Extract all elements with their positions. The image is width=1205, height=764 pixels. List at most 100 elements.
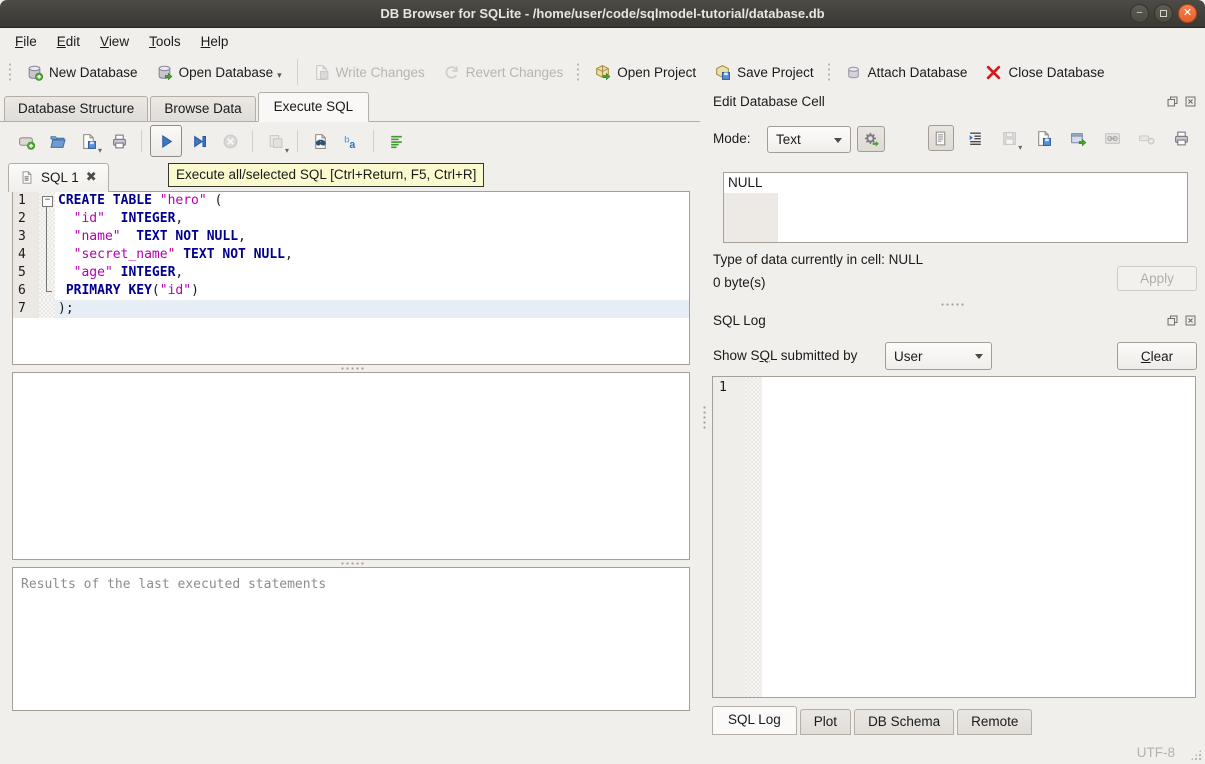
- tab-database-structure[interactable]: Database Structure: [4, 96, 149, 121]
- project-save-icon: [714, 64, 731, 81]
- statusbar: UTF-8: [0, 740, 1205, 764]
- editor-line-5[interactable]: 5 "age" INTEGER,: [13, 264, 689, 282]
- word-wrap-toggle-button[interactable]: [928, 125, 954, 151]
- close-dock-icon[interactable]: [1183, 94, 1197, 108]
- minimize-button[interactable]: −: [1130, 4, 1149, 23]
- db-open-icon: [156, 64, 173, 81]
- revert-changes-icon: [443, 64, 460, 81]
- new-database-button[interactable]: New Database: [17, 60, 147, 85]
- export-text-button[interactable]: [1031, 125, 1056, 151]
- editor-line-7[interactable]: 7);: [13, 300, 689, 318]
- float-dock-icon[interactable]: [1165, 313, 1179, 327]
- results-grid[interactable]: [12, 372, 690, 560]
- close-button[interactable]: ✕: [1178, 4, 1197, 23]
- open-project-button[interactable]: Open Project: [585, 60, 705, 85]
- dropdown-arrow-icon[interactable]: ▾: [98, 146, 102, 155]
- set-as-null-button[interactable]: [1134, 125, 1159, 151]
- write-changes-button[interactable]: Write Changes: [304, 60, 434, 85]
- execute-current-line-button[interactable]: [185, 128, 213, 154]
- export-results-button[interactable]: ▾: [261, 128, 289, 155]
- dropdown-arrow-icon[interactable]: ▾: [285, 146, 289, 155]
- attach-database-button[interactable]: Attach Database: [836, 60, 977, 85]
- stop-icon: [223, 134, 237, 148]
- print-sql-button[interactable]: [105, 128, 133, 154]
- close-dock-icon[interactable]: [1183, 313, 1197, 327]
- cell-editor-toolbar: ▾: [928, 125, 1194, 152]
- open-url-button[interactable]: [1100, 125, 1125, 151]
- open-sql-file-button[interactable]: [43, 128, 71, 154]
- splitter-handle-icon: [940, 303, 966, 306]
- clear-log-button[interactable]: Clear: [1117, 342, 1197, 370]
- sql-log-area[interactable]: 1: [712, 376, 1196, 698]
- auto-indent-button[interactable]: [963, 125, 988, 151]
- menu-view[interactable]: View: [90, 30, 139, 53]
- sql-tab-close-icon[interactable]: ✖: [86, 169, 97, 185]
- maximize-icon: [1160, 10, 1167, 17]
- menu-file[interactable]: File: [5, 30, 47, 53]
- gear-icon: [864, 132, 879, 147]
- bottom-tab-remote[interactable]: Remote: [957, 709, 1033, 735]
- apply-mode-button[interactable]: [857, 126, 885, 152]
- new-sql-tab-button[interactable]: [12, 128, 40, 154]
- bottom-tab-db-schema[interactable]: DB Schema: [854, 709, 955, 735]
- menu-edit[interactable]: Edit: [47, 30, 90, 53]
- main-toolbar: New Database Open Database ▾ Write Changes R…: [0, 54, 1205, 90]
- close-database-button[interactable]: Close Database: [976, 60, 1113, 85]
- toolbar-drag-handle[interactable]: [6, 61, 15, 83]
- sql-tab[interactable]: SQL 1 ✖: [8, 163, 109, 192]
- editor-line-6[interactable]: 6 PRIMARY KEY("id"): [13, 282, 689, 300]
- bottom-tab-sql-log[interactable]: SQL Log: [712, 706, 797, 735]
- fold-marker-icon: [39, 282, 55, 300]
- splitter-handle-icon: [340, 367, 366, 370]
- editor-line-1[interactable]: 1 CREATE TABLE "hero" (: [13, 192, 689, 210]
- resize-grip[interactable]: [1190, 749, 1202, 761]
- grid-results-splitter[interactable]: [0, 560, 700, 567]
- mode-select[interactable]: Text: [767, 126, 851, 153]
- save-project-button[interactable]: Save Project: [705, 60, 823, 85]
- fold-marker-icon[interactable]: [39, 192, 55, 210]
- apply-button[interactable]: Apply: [1117, 266, 1197, 291]
- menu-help[interactable]: Help: [191, 30, 239, 53]
- execute-all-sql-button[interactable]: [150, 125, 182, 157]
- print-cell-button[interactable]: [1169, 125, 1194, 151]
- play-icon: [161, 134, 172, 148]
- find-icon: [314, 133, 326, 149]
- line-number: 7: [13, 300, 39, 318]
- float-dock-icon[interactable]: [1165, 94, 1179, 108]
- format-sql-button[interactable]: ba: [337, 128, 365, 154]
- editor-line-3[interactable]: 3 "name" TEXT NOT NULL,: [13, 228, 689, 246]
- open-database-button[interactable]: Open Database ▾: [147, 60, 291, 85]
- db-attach-icon: [845, 64, 862, 81]
- find-replace-button[interactable]: [306, 128, 334, 154]
- cell-type-info: Type of data currently in cell: NULL: [713, 252, 924, 267]
- code-text: "age" INTEGER,: [73, 265, 184, 280]
- import-text-button[interactable]: ▾: [997, 125, 1022, 152]
- cell-value-editor[interactable]: NULL: [723, 172, 1188, 243]
- panes-splitter[interactable]: [700, 90, 710, 740]
- open-in-external-app-button[interactable]: [1066, 125, 1091, 151]
- log-filter-select[interactable]: User: [885, 342, 992, 370]
- maximize-button[interactable]: [1154, 4, 1173, 23]
- save-sql-file-button[interactable]: ▾: [74, 128, 102, 155]
- docks-splitter[interactable]: [710, 301, 1205, 308]
- cell-value: NULL: [728, 175, 763, 190]
- copy-icon: [269, 134, 282, 148]
- stop-execution-button[interactable]: [216, 128, 244, 154]
- toolbar-drag-handle[interactable]: [824, 61, 834, 83]
- tab-browse-data[interactable]: Browse Data: [150, 96, 256, 121]
- tab-execute-sql[interactable]: Execute SQL: [257, 92, 370, 122]
- line-number: 4: [13, 246, 39, 264]
- bottom-tab-plot[interactable]: Plot: [799, 709, 852, 735]
- menu-tools[interactable]: Tools: [139, 30, 191, 53]
- line-number: 6: [13, 282, 39, 300]
- toolbar-drag-handle[interactable]: [574, 61, 584, 83]
- code-text: CREATE TABLE "hero" (: [58, 193, 223, 208]
- editor-line-4[interactable]: 4 "secret_name" TEXT NOT NULL,: [13, 246, 689, 264]
- sql-editor[interactable]: 1CREATE TABLE "hero" (2 "id" INTEGER,3 "…: [12, 191, 690, 365]
- toggle-comment-button[interactable]: [382, 128, 410, 154]
- editor-line-2[interactable]: 2 "id" INTEGER,: [13, 210, 689, 228]
- editor-grid-splitter[interactable]: [0, 365, 700, 372]
- dropdown-arrow-icon[interactable]: ▾: [1018, 143, 1022, 152]
- revert-changes-button[interactable]: Revert Changes: [434, 60, 573, 85]
- dropdown-arrow-icon[interactable]: ▾: [277, 70, 282, 81]
